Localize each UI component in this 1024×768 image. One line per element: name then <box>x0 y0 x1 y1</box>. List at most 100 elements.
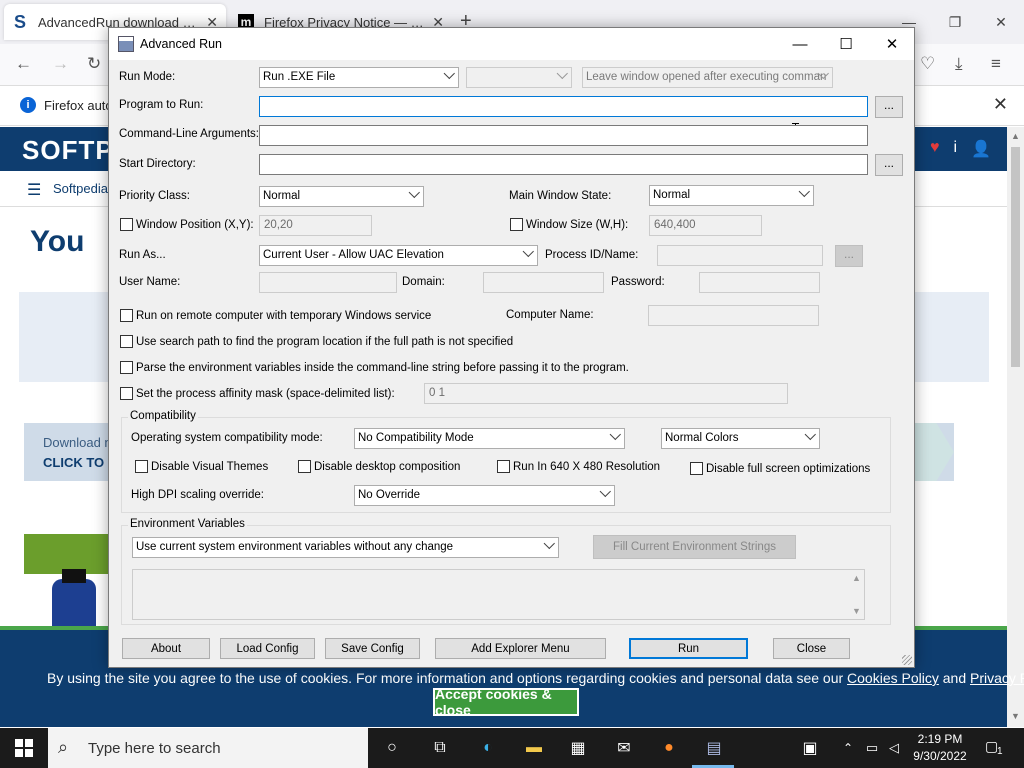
close-button[interactable]: Close <box>773 638 850 659</box>
info-icon[interactable]: i <box>954 139 958 159</box>
save-config-button[interactable]: Save Config <box>325 638 420 659</box>
runas-select[interactable]: Current User - Allow UAC Elevation <box>259 245 538 266</box>
dialog-titlebar[interactable]: Advanced Run — ☐ ✕ <box>109 28 914 60</box>
info-icon: i <box>20 97 36 113</box>
disable-fullscreen-label: Disable full screen optimizations <box>706 462 871 475</box>
start-button[interactable] <box>0 728 48 768</box>
checkbox-box <box>690 462 703 475</box>
scroll-down-icon[interactable]: ▼ <box>1011 711 1020 721</box>
privacy-policy-link[interactable]: Privacy Policy <box>970 670 1024 686</box>
browse-program-button[interactable]: ... <box>875 96 903 118</box>
maximize-icon[interactable]: ☐ <box>823 28 869 60</box>
downloads-icon[interactable]: ⤓ <box>955 54 963 74</box>
scroll-up-icon[interactable]: ▲ <box>1011 131 1020 141</box>
mail-icon[interactable]: ✉ <box>612 736 636 760</box>
program-input[interactable] <box>259 96 868 117</box>
reload-icon[interactable]: ↻ <box>87 54 101 74</box>
textarea-scrollbar[interactable]: ▲ ▼ <box>848 570 864 619</box>
restore-icon[interactable]: ❐ <box>932 0 978 44</box>
secondary-select[interactable] <box>466 67 572 88</box>
network-icon[interactable]: ▭ <box>860 736 884 760</box>
volume-icon[interactable]: ◁ <box>882 736 906 760</box>
priority-select[interactable]: Normal <box>259 186 424 207</box>
window-size-input[interactable]: 640,400 <box>649 215 762 236</box>
mainwin-select[interactable]: Normal <box>649 185 814 206</box>
winsize-label: Window Size (W,H): <box>526 218 629 231</box>
taskbar-search[interactable]: ⌕ Type here to search <box>48 728 368 768</box>
parse-env-checkbox[interactable]: Parse the environment variables inside t… <box>120 361 629 374</box>
run-640-checkbox[interactable]: Run In 640 X 480 Resolution <box>497 460 660 473</box>
fill-env-button[interactable]: Fill Current Environment Strings <box>593 535 796 559</box>
cookies-policy-link[interactable]: Cookies Policy <box>847 670 939 686</box>
startdir-input[interactable] <box>259 154 868 175</box>
disable-fullscreen-checkbox[interactable]: Disable full screen optimizations <box>690 462 870 475</box>
taskbar-clock[interactable]: 2:19 PM 9/30/2022 <box>905 731 975 765</box>
firefox-icon[interactable]: ● <box>657 736 681 760</box>
domain-label: Domain: <box>402 276 445 288</box>
click-to-download[interactable]: CLICK TO <box>43 455 104 470</box>
close-icon[interactable]: ✕ <box>869 28 915 60</box>
run-mode-label: Run Mode: <box>119 71 176 83</box>
cmdline-input[interactable] <box>259 125 868 146</box>
affinity-input[interactable]: 0 1 <box>424 383 788 404</box>
os-compat-select[interactable]: No Compatibility Mode <box>354 428 625 449</box>
window-position-input[interactable]: 20,20 <box>259 215 372 236</box>
username-input[interactable] <box>259 272 397 293</box>
task-view-icon[interactable]: ⧉ <box>428 736 452 760</box>
cortana-icon[interactable]: ○ <box>380 736 404 760</box>
edge-icon[interactable]: ◐ <box>476 736 500 760</box>
site-nav-label[interactable]: Softpedia <box>53 181 108 196</box>
pocket-icon[interactable]: ♡ <box>920 54 935 74</box>
env-select[interactable]: Use current system environment variables… <box>132 537 559 558</box>
site-logo[interactable]: SOFTP <box>22 135 114 166</box>
window-position-checkbox[interactable]: Window Position (X,Y): <box>120 218 254 231</box>
affinity-checkbox[interactable]: Set the process affinity mask (space-del… <box>120 387 395 400</box>
add-explorer-menu-button[interactable]: Add Explorer Menu <box>435 638 606 659</box>
user-icon[interactable]: 👤 <box>971 139 991 159</box>
search-path-checkbox[interactable]: Use search path to find the program loca… <box>120 335 513 348</box>
checkbox-box <box>120 218 133 231</box>
file-explorer-icon[interactable]: ▬ <box>522 736 546 760</box>
pid-label: Process ID/Name: <box>545 249 639 261</box>
scroll-down-icon[interactable]: ▼ <box>852 606 861 616</box>
colors-select[interactable]: Normal Colors <box>661 428 820 449</box>
about-button[interactable]: About <box>122 638 210 659</box>
browse-startdir-button[interactable]: ... <box>875 154 903 176</box>
remote-checkbox[interactable]: Run on remote computer with temporary Wi… <box>120 309 431 322</box>
pid-browse-button[interactable]: ... <box>835 245 863 267</box>
back-icon[interactable]: ← <box>15 54 32 74</box>
run-mode-select[interactable]: Run .EXE File <box>259 67 459 88</box>
menu-icon[interactable]: ≡ <box>991 54 1001 74</box>
disable-desktop-checkbox[interactable]: Disable desktop composition <box>298 460 460 473</box>
news-icon[interactable]: ▣ <box>798 736 822 760</box>
run-button[interactable]: Run <box>629 638 748 659</box>
pid-input[interactable] <box>657 245 823 266</box>
notification-close-icon[interactable]: ✕ <box>993 94 1008 115</box>
forward-icon[interactable]: → <box>52 54 69 74</box>
minimize-icon[interactable]: — <box>777 28 823 60</box>
scrollbar-thumb[interactable] <box>1011 147 1020 367</box>
advancedrun-taskbar-icon[interactable]: ▤ <box>702 736 726 760</box>
hamburger-icon[interactable]: ☰ <box>27 180 41 200</box>
scroll-up-icon[interactable]: ▲ <box>852 573 861 583</box>
password-input[interactable] <box>699 272 820 293</box>
store-icon[interactable]: ▦ <box>566 736 590 760</box>
domain-input[interactable] <box>483 272 604 293</box>
taskbar: ⌕ Type here to search ○ ⧉ ◐ ▬ ▦ ✉ ● ▤ ▣ … <box>0 728 1024 768</box>
env-textarea[interactable]: ▲ ▼ <box>132 569 865 620</box>
priority-value: Normal <box>263 190 301 202</box>
load-config-button[interactable]: Load Config <box>220 638 315 659</box>
checkbox-box <box>120 309 133 322</box>
window-size-checkbox[interactable]: Window Size (W,H): <box>510 218 628 231</box>
computer-name-input[interactable] <box>648 305 819 326</box>
resize-grip[interactable] <box>902 655 912 665</box>
accept-cookies-button[interactable]: Accept cookies & close <box>433 686 579 718</box>
close-icon[interactable]: ✕ <box>978 0 1024 44</box>
page-scrollbar[interactable]: ▲ ▼ <box>1007 127 1024 727</box>
chevron-up-icon[interactable]: ⌃ <box>836 736 860 760</box>
dpi-select[interactable]: No Override <box>354 485 615 506</box>
heart-icon[interactable]: ♥ <box>930 139 940 159</box>
disable-themes-checkbox[interactable]: Disable Visual Themes <box>135 460 268 473</box>
colors-value: Normal Colors <box>665 432 739 444</box>
leave-window-select[interactable]: Leave window opened after executing comm… <box>582 67 833 88</box>
